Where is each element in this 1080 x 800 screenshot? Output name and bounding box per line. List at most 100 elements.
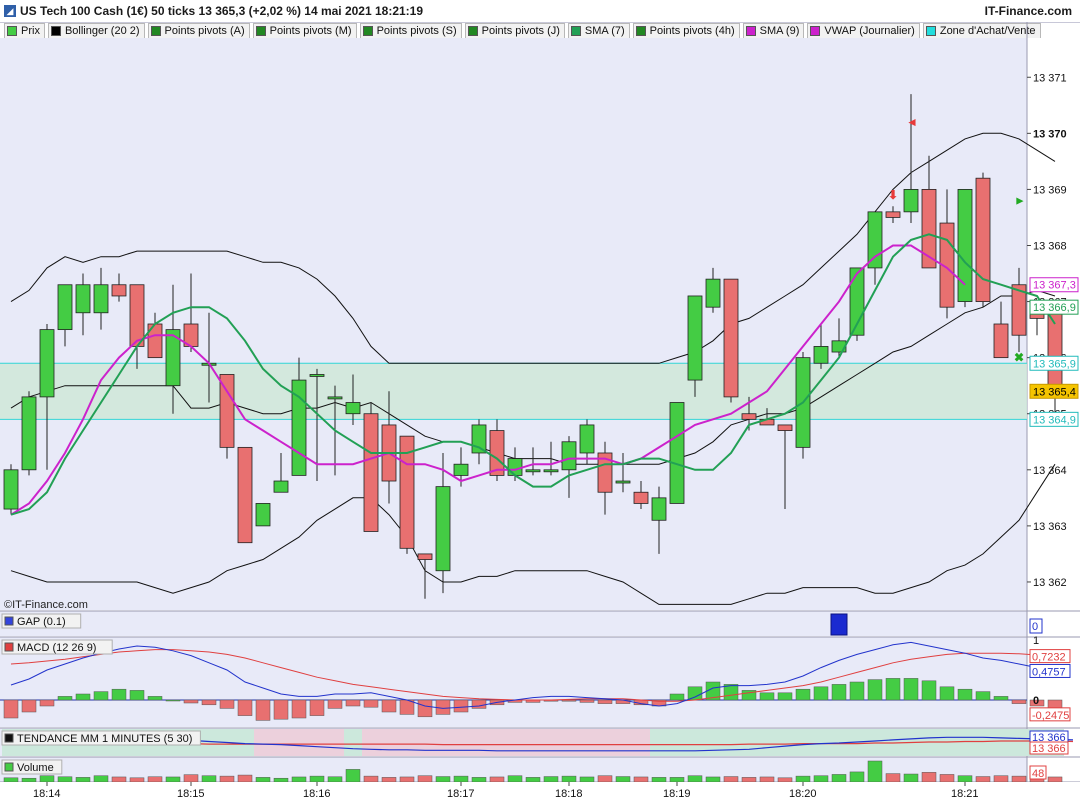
candle-body [57,284,73,331]
candle [237,446,253,544]
volume-bar [111,776,127,783]
candle-body [21,396,37,471]
volume-bar [57,776,73,783]
candle-body [975,177,991,302]
buy-sell-zone [0,363,1027,420]
volume-bar [615,776,631,783]
volume-bar [93,775,109,783]
macd-hist-bar [831,684,847,701]
macd-value-label: -0,2475 [1032,710,1069,722]
macd-value-label: 0,7232 [1032,652,1066,664]
volume-bar [147,776,163,783]
macd-y-tick: 0 [1033,695,1039,707]
trend-value-label: 13 366 [1032,743,1066,755]
macd-hist-bar [273,699,289,720]
volume-bar [309,775,325,783]
macd-hist-bar [993,696,1009,701]
price-label: 13 365,9 [1033,358,1076,370]
trend-zone [362,729,650,756]
volume-bar [723,776,739,783]
volume-bar [471,777,487,783]
chart-canvas: 13 36213 36313 36413 36513 36613 36713 3… [0,22,1080,800]
candle [219,374,235,459]
panel-swatch-icon [4,762,14,772]
candle [957,189,973,308]
macd-hist-bar [867,679,883,701]
panel-swatch-icon [4,733,14,743]
volume-bar [327,776,343,783]
volume-bar [633,776,649,783]
volume-bar [687,775,703,783]
volume-bar [867,760,883,783]
candle [723,278,739,403]
volume-bar [345,769,361,783]
candle [363,402,379,532]
y-tick-label: 13 371 [1033,72,1067,84]
candle-body [741,413,757,420]
candle-body [525,469,541,473]
candle-body [3,469,19,510]
candle-body [867,211,883,269]
candle-body [507,458,523,476]
macd-hist-bar [687,686,703,701]
candle-body [543,469,559,473]
macd-hist-bar [183,699,199,704]
macd-hist-bar [795,688,811,701]
candle [849,267,865,341]
macd-hist-bar [777,692,793,701]
candle-body [39,329,55,398]
volume-bar [435,776,451,783]
volume-bar [705,776,721,783]
volume-bar [39,775,55,783]
x-tick-label: 18:15 [177,788,205,800]
candle-body [669,402,685,504]
volume-bar [381,777,397,783]
candle-body [885,211,901,218]
macd-hist-bar [903,678,919,701]
candle-body [813,346,829,364]
price-label: 13 366,9 [1033,302,1076,314]
macd-hist-bar [75,693,91,701]
volume-bar [489,776,505,783]
volume-bar [75,777,91,783]
candle-body [579,424,595,454]
volume-bar [417,775,433,783]
signal-marker-icon: ⬇ [888,188,898,202]
macd-value-label: 0,4757 [1032,666,1066,678]
volume-bar [237,774,253,783]
macd-hist-bar [669,693,685,701]
macd-hist-bar [561,699,577,702]
macd-hist-bar [435,699,451,715]
candle-body [93,284,109,314]
y-tick-label: 13 362 [1033,577,1067,589]
y-tick-label: 13 370 [1033,128,1067,140]
macd-hist-bar [57,696,73,701]
candle-body [615,480,631,484]
volume-bar [759,776,775,783]
candle-body [327,396,343,400]
volume-bar [399,776,415,783]
candle-body [345,402,361,415]
candle-body [633,491,649,504]
candle [3,464,19,515]
macd-hist-bar [579,699,595,703]
price-label: 13 365,4 [1033,386,1076,398]
volume-bar [255,777,271,783]
macd-hist-bar [597,699,613,704]
candle [21,391,37,476]
volume-bar [525,777,541,783]
macd-hist-bar [885,678,901,701]
signal-marker-icon: ► [1014,194,1026,208]
volume-bar [597,775,613,783]
volume-bar [165,776,181,783]
volume-bar [273,777,289,783]
macd-hist-bar [39,699,55,707]
volume-bar [1011,775,1027,783]
volume-bar [3,777,19,783]
macd-hist-bar [813,686,829,701]
candle-body [237,446,253,544]
panel-label: GAP (0.1) [17,616,66,628]
x-tick-label: 18:14 [33,788,61,800]
volume-bar [291,776,307,783]
macd-hist-bar [255,699,271,721]
